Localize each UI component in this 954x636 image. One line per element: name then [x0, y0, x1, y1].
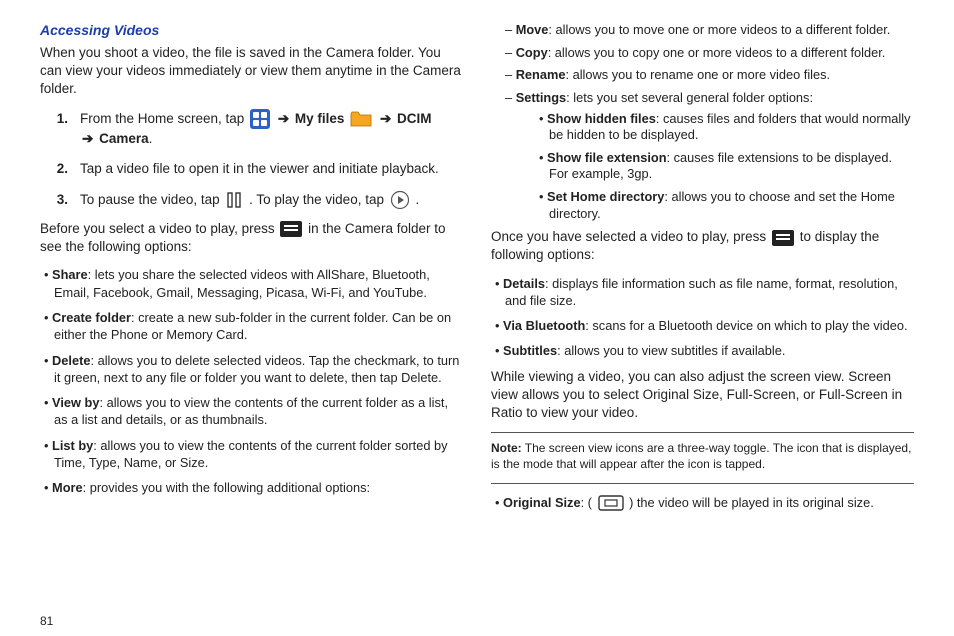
step-2: 2. Tap a video file to open it in the vi… — [40, 159, 463, 179]
settings-suboptions: Show hidden files: causes files and fold… — [515, 111, 914, 223]
subopt-settings: Settings: lets you set several general f… — [501, 90, 914, 222]
step-text: From the Home screen, tap — [80, 111, 248, 126]
option-create-folder: Create folder: create a new sub-folder i… — [40, 309, 463, 344]
arrow-icon: ➔ — [278, 111, 289, 126]
option-subtitles: Subtitles: allows you to view subtitles … — [491, 342, 914, 359]
document-page: Accessing Videos When you shoot a video,… — [0, 0, 954, 529]
after-select-paragraph: Once you have selected a video to play, … — [491, 228, 914, 264]
note-text: The screen view icons are a three-way to… — [491, 441, 911, 471]
options-list-left: Share: lets you share the selected video… — [40, 266, 463, 496]
note-label: Note: — [491, 441, 522, 455]
text: Once you have selected a video to play, … — [491, 229, 770, 244]
menu-hardkey-icon — [772, 230, 794, 246]
step-number: 2. — [40, 159, 80, 179]
folder-icon — [350, 110, 372, 128]
step-number: 3. — [40, 190, 80, 210]
menu-hardkey-icon — [280, 221, 302, 237]
setopt-home: Set Home directory: allows you to choose… — [539, 189, 914, 222]
intro-paragraph: When you shoot a video, the file is save… — [40, 44, 463, 99]
option-share: Share: lets you share the selected video… — [40, 266, 463, 301]
option-more: More: provides you with the following ad… — [40, 479, 463, 496]
camera-label: Camera — [99, 131, 149, 146]
subopt-copy: Copy: allows you to copy one or more vid… — [501, 45, 914, 62]
divider — [491, 432, 914, 433]
dcim-label: DCIM — [397, 111, 432, 126]
more-suboptions: Move: allows you to move one or more vid… — [491, 22, 914, 222]
pause-icon — [225, 191, 243, 209]
option-original-size: Original Size: ( ) the video will be pla… — [491, 494, 914, 512]
step-1: 1. From the Home screen, tap ➔ My files … — [40, 109, 463, 150]
my-files-label: My files — [295, 111, 348, 126]
right-column: Move: allows you to move one or more vid… — [491, 22, 914, 519]
apps-grid-icon — [250, 109, 270, 129]
option-view-by: View by: allows you to view the contents… — [40, 394, 463, 429]
screen-size-list: Original Size: ( ) the video will be pla… — [491, 494, 914, 512]
step-text: Tap a video file to open it in the viewe… — [80, 159, 463, 179]
arrow-icon: ➔ — [82, 131, 93, 146]
option-delete: Delete: allows you to delete selected vi… — [40, 352, 463, 387]
option-via-bluetooth: Via Bluetooth: scans for a Bluetooth dev… — [491, 317, 914, 334]
screen-view-paragraph: While viewing a video, you can also adju… — [491, 368, 914, 423]
note: Note: The screen view icons are a three-… — [491, 441, 914, 472]
option-list-by: List by: allows you to view the contents… — [40, 437, 463, 472]
steps-list: 1. From the Home screen, tap ➔ My files … — [40, 109, 463, 210]
setopt-hidden: Show hidden files: causes files and fold… — [539, 111, 914, 144]
text: Before you select a video to play, press — [40, 221, 278, 236]
play-icon — [390, 190, 410, 210]
setopt-extension: Show file extension: causes file extensi… — [539, 150, 914, 183]
divider — [491, 483, 914, 484]
subopt-move: Move: allows you to move one or more vid… — [501, 22, 914, 39]
option-details: Details: displays file information such … — [491, 275, 914, 310]
arrow-icon: ➔ — [380, 111, 391, 126]
page-number: 81 — [40, 614, 53, 628]
step-text: . To play the video, tap — [249, 192, 388, 207]
step-text: . — [415, 192, 419, 207]
subopt-rename: Rename: allows you to rename one or more… — [501, 67, 914, 84]
step-3: 3. To pause the video, tap . To play the… — [40, 190, 463, 210]
original-size-icon — [598, 495, 624, 511]
step-text: To pause the video, tap — [80, 192, 223, 207]
section-heading: Accessing Videos — [40, 22, 463, 38]
options-list-right: Details: displays file information such … — [491, 275, 914, 360]
pre-options-paragraph: Before you select a video to play, press… — [40, 220, 463, 256]
left-column: Accessing Videos When you shoot a video,… — [40, 22, 463, 519]
step-number: 1. — [40, 109, 80, 150]
